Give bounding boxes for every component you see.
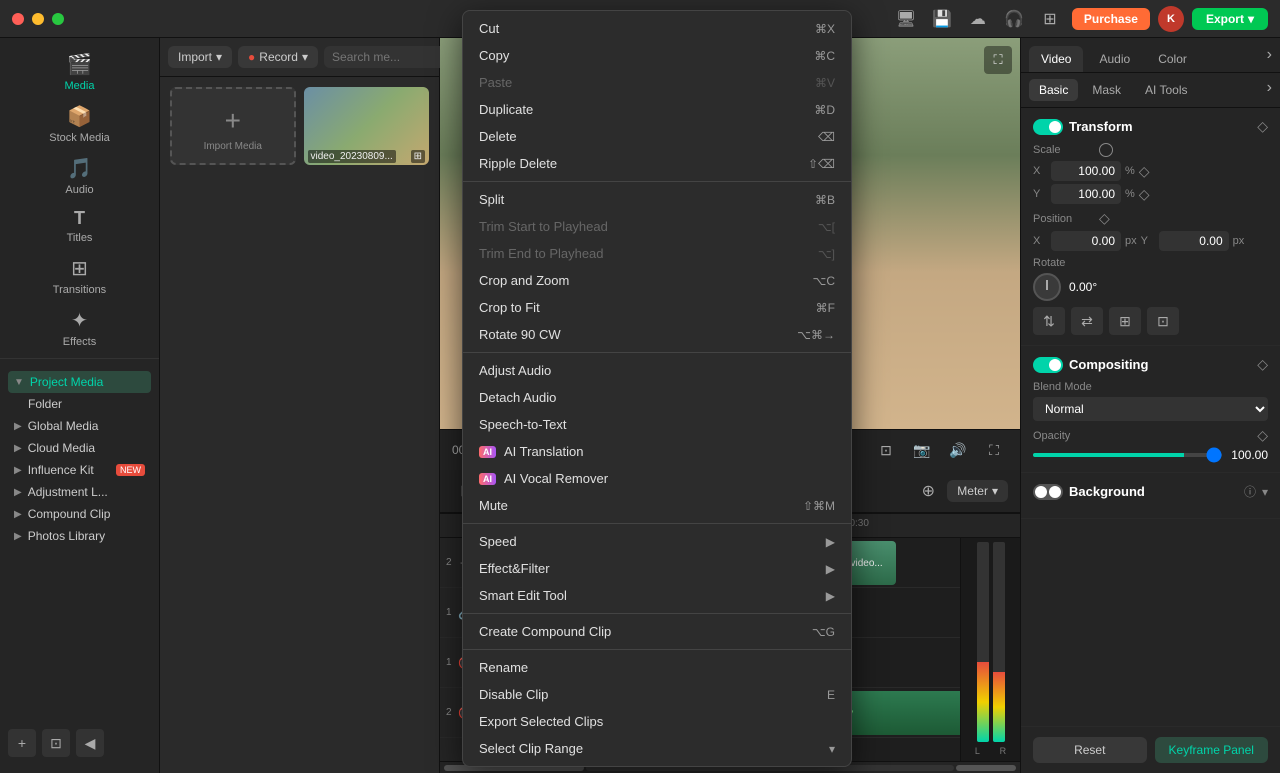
menu-item-rotate[interactable]: Rotate 90 CW ⌥⌘→ [463,321,851,348]
menu-item-split[interactable]: Split ⌘B [463,186,851,213]
ai-vocal-label: AI Vocal Remover [504,471,835,486]
delete-label: Delete [479,129,810,144]
mute-label: Mute [479,498,795,513]
rotate-shortcut: ⌥⌘→ [797,328,835,342]
context-menu-overlay[interactable]: Cut ⌘X Copy ⌘C Paste ⌘V Duplicate ⌘D Del… [0,0,1280,773]
ripple-delete-shortcut: ⇧⌫ [808,157,835,171]
duplicate-label: Duplicate [479,102,806,117]
menu-item-rename[interactable]: Rename [463,654,851,681]
adjust-audio-label: Adjust Audio [479,363,835,378]
cut-shortcut: ⌘X [815,22,835,36]
menu-item-ai-translation[interactable]: AI AI Translation [463,438,851,465]
menu-item-smart-edit[interactable]: Smart Edit Tool ▶ [463,582,851,609]
rename-label: Rename [479,660,835,675]
trim-start-label: Trim Start to Playhead [479,219,810,234]
disable-clip-label: Disable Clip [479,687,819,702]
paste-label: Paste [479,75,807,90]
menu-item-paste: Paste ⌘V [463,69,851,96]
trim-start-shortcut: ⌥[ [818,220,835,234]
rotate-label: Rotate 90 CW [479,327,789,342]
menu-item-speech-to-text[interactable]: Speech-to-Text [463,411,851,438]
menu-item-detach-audio[interactable]: Detach Audio [463,384,851,411]
delete-shortcut: ⌫ [818,130,835,144]
menu-item-effect-filter[interactable]: Effect&Filter ▶ [463,555,851,582]
menu-item-delete[interactable]: Delete ⌫ [463,123,851,150]
menu-item-trim-end: Trim End to Playhead ⌥] [463,240,851,267]
cut-label: Cut [479,21,807,36]
smart-edit-label: Smart Edit Tool [479,588,818,603]
copy-label: Copy [479,48,806,63]
menu-item-compound-clip[interactable]: Create Compound Clip ⌥G [463,618,851,645]
menu-item-ripple-delete[interactable]: Ripple Delete ⇧⌫ [463,150,851,177]
menu-item-cut[interactable]: Cut ⌘X [463,15,851,42]
disable-clip-shortcut: E [827,688,835,702]
detach-audio-label: Detach Audio [479,390,835,405]
menu-item-ai-vocal-remover[interactable]: AI AI Vocal Remover [463,465,851,492]
crop-zoom-label: Crop and Zoom [479,273,805,288]
mute-shortcut: ⇧⌘M [803,499,835,513]
menu-separator-4 [463,613,851,614]
smart-edit-arrow: ▶ [826,589,835,603]
menu-item-export-selected[interactable]: Export Selected Clips [463,708,851,735]
split-label: Split [479,192,807,207]
context-menu: Cut ⌘X Copy ⌘C Paste ⌘V Duplicate ⌘D Del… [462,10,852,767]
compound-clip-label: Create Compound Clip [479,624,804,639]
effect-filter-label: Effect&Filter [479,561,818,576]
speed-arrow: ▶ [826,535,835,549]
menu-item-crop-zoom[interactable]: Crop and Zoom ⌥C [463,267,851,294]
trim-end-shortcut: ⌥] [818,247,835,261]
export-selected-label: Export Selected Clips [479,714,835,729]
menu-item-mute[interactable]: Mute ⇧⌘M [463,492,851,519]
crop-fit-label: Crop to Fit [479,300,808,315]
trim-end-label: Trim End to Playhead [479,246,810,261]
split-shortcut: ⌘B [815,193,835,207]
ai-badge-vocal: AI [479,473,496,485]
menu-separator-5 [463,649,851,650]
menu-item-trim-start: Trim Start to Playhead ⌥[ [463,213,851,240]
menu-item-adjust-audio[interactable]: Adjust Audio [463,357,851,384]
speech-to-text-label: Speech-to-Text [479,417,835,432]
ai-translation-label: AI Translation [504,444,835,459]
menu-separator-2 [463,352,851,353]
duplicate-shortcut: ⌘D [814,103,835,117]
compound-clip-shortcut: ⌥G [812,625,835,639]
crop-zoom-shortcut: ⌥C [813,274,836,288]
menu-item-select-clip-range[interactable]: Select Clip Range ▾ [463,735,851,762]
menu-separator-1 [463,181,851,182]
select-clip-range-arrow: ▾ [829,742,835,756]
copy-shortcut: ⌘C [814,49,835,63]
paste-shortcut: ⌘V [815,76,835,90]
select-clip-range-label: Select Clip Range [479,741,821,756]
speed-label: Speed [479,534,818,549]
ai-badge-translation: AI [479,446,496,458]
effect-filter-arrow: ▶ [826,562,835,576]
crop-fit-shortcut: ⌘F [816,301,835,315]
ripple-delete-label: Ripple Delete [479,156,800,171]
menu-item-disable-clip[interactable]: Disable Clip E [463,681,851,708]
menu-separator-3 [463,523,851,524]
menu-item-copy[interactable]: Copy ⌘C [463,42,851,69]
menu-item-duplicate[interactable]: Duplicate ⌘D [463,96,851,123]
menu-item-crop-fit[interactable]: Crop to Fit ⌘F [463,294,851,321]
menu-item-speed[interactable]: Speed ▶ [463,528,851,555]
